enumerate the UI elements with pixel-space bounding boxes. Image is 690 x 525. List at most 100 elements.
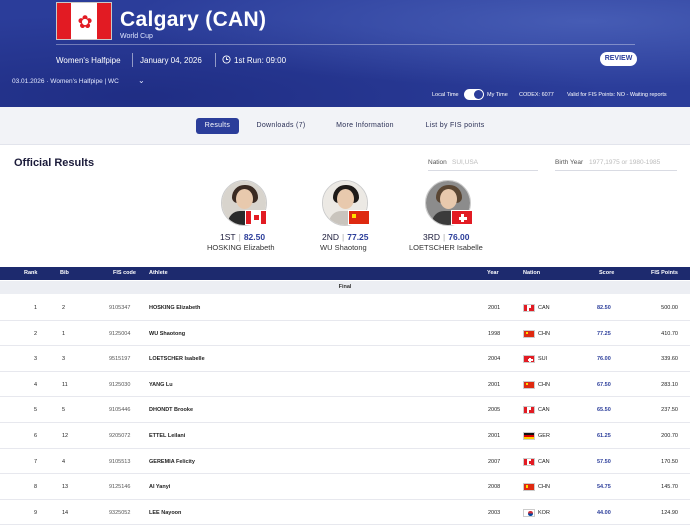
tab-list-by-fis-points[interactable]: List by FIS points: [414, 118, 496, 134]
bib-cell: 5: [62, 407, 66, 414]
birth-year-filter-underline: [555, 170, 677, 171]
header-divider: [56, 44, 635, 45]
podium-second-name[interactable]: WU Shaotong: [320, 243, 367, 252]
bib-cell: 12: [62, 433, 69, 439]
table-row[interactable]: 5 5 9105446 DHONDT Brooke 2005 CAN 65.50 237.50: [0, 397, 690, 423]
switzerland-flag-icon: [523, 355, 535, 364]
year-cell: 2008: [488, 484, 501, 491]
rank-cell: 1: [34, 305, 38, 311]
fis-points-cell: 200.70: [661, 433, 678, 439]
fis-points-cell: 170.50: [661, 458, 678, 465]
score-cell: 82.50: [597, 305, 611, 311]
table-row[interactable]: 1 2 9105347 HOSKING Elizabeth 2001 CAN 82.50 50…: [0, 295, 690, 321]
nation-cell: SUI: [538, 356, 548, 363]
event-breadcrumb[interactable]: 03.01.2026 · Women's Halfpipe | WC: [12, 78, 119, 85]
athlete-name[interactable]: LOETSCHER Isabelle: [149, 356, 205, 362]
review-button[interactable]: REVIEW: [600, 52, 637, 66]
score-cell: 44.00: [597, 509, 611, 516]
table-row[interactable]: 2 1 9125004 WU Shaotong 1998 CHN 77.25 410.70: [0, 321, 690, 347]
athlete-name[interactable]: GEREMIA Felicity: [149, 459, 195, 465]
table-row[interactable]: 7 4 9105513 GEREMIA Felicity 2007 CAN 57.50 170…: [0, 449, 690, 475]
fis-points-cell: 410.70: [661, 330, 678, 337]
athlete-name[interactable]: YANG Lu: [149, 382, 173, 388]
time-toggle[interactable]: [464, 89, 484, 100]
athlete-name[interactable]: DHONDT Brooke: [149, 407, 193, 413]
tab-downloads[interactable]: Downloads (7): [248, 118, 314, 134]
tab-more-information[interactable]: More Information: [326, 118, 404, 134]
table-row[interactable]: 8 13 9125146 AI Yanyi 2008 CHN 54.75 145.70: [0, 474, 690, 500]
codex-label: CODEX: 6077: [519, 92, 554, 98]
table-row[interactable]: 6 12 9205072 ETTEL Leilani 2001 GER 61.25 200.7…: [0, 423, 690, 449]
germany-flag-icon: [523, 432, 535, 440]
score-cell: 77.25: [597, 330, 611, 337]
podium-third-name[interactable]: LOETSCHER Isabelle: [409, 243, 483, 252]
score-cell: 67.50: [597, 381, 611, 388]
tab-results[interactable]: Results: [196, 118, 239, 134]
fis-code-cell: 9325052: [109, 509, 131, 516]
fis-points-cell: 237.50: [661, 407, 678, 414]
year-cell: 2001: [488, 381, 501, 388]
fis-code-cell: 9105513: [109, 458, 131, 465]
birth-year-filter-label: Birth Year: [555, 159, 584, 166]
canada-flag-icon: ✿: [56, 2, 112, 40]
column-bib[interactable]: Bib: [60, 270, 69, 276]
nation-filter-underline: [428, 170, 538, 171]
nation-cell: CHN: [538, 330, 550, 337]
column-rank[interactable]: Rank: [24, 270, 37, 276]
china-flag-icon: [523, 483, 535, 492]
meta-separator: [215, 53, 216, 67]
rank-cell: 4: [34, 381, 38, 388]
section-header-final: Final: [0, 281, 690, 294]
fis-points-cell: 500.00: [661, 305, 678, 311]
athlete-name[interactable]: AI Yanyi: [149, 484, 170, 490]
event-subtitle: World Cup: [120, 33, 153, 40]
canada-flag-icon: [523, 304, 535, 312]
podium-second[interactable]: [295, 180, 395, 226]
my-time-label: My Time: [487, 92, 508, 98]
nation-cell: GER: [538, 433, 550, 439]
fis-code-cell: 9125030: [109, 381, 131, 388]
bib-cell: 11: [62, 381, 68, 388]
column-nation[interactable]: Nation: [523, 270, 540, 276]
fis-points-cell: 145.70: [661, 484, 678, 491]
podium-second-result: 2ND | 77.25: [322, 232, 369, 242]
score-cell: 54.75: [597, 484, 611, 491]
table-row[interactable]: 9 14 9325052 LEE Nayoon 2003 KOR 44.00 124.90: [0, 500, 690, 525]
fis-points-cell: 283.10: [661, 381, 678, 388]
rank-cell: 5: [34, 407, 38, 414]
nation-filter-label: Nation: [428, 159, 447, 166]
year-cell: 2005: [488, 407, 501, 414]
score-cell: 76.00: [597, 356, 611, 363]
athlete-name[interactable]: LEE Nayoon: [149, 510, 181, 516]
podium-third[interactable]: [398, 180, 498, 226]
bib-cell: 4: [62, 458, 66, 465]
birth-year-filter-input[interactable]: 1977,1975 or 1980-1985: [589, 159, 660, 166]
year-cell: 2004: [488, 356, 501, 363]
column-score[interactable]: Score: [599, 270, 614, 276]
china-flag-icon: [348, 210, 370, 225]
nation-cell: CHN: [538, 381, 550, 388]
column-fis-code[interactable]: FIS code: [113, 270, 136, 276]
table-row[interactable]: 4 11 9125030 YANG Lu 2001 CHN 67.50 283.10: [0, 372, 690, 398]
column-year[interactable]: Year: [487, 270, 499, 276]
nation-filter-input[interactable]: SUI,USA: [452, 159, 478, 166]
canada-flag-icon: [523, 406, 535, 415]
podium-first-name[interactable]: HOSKING Elizabeth: [207, 243, 275, 252]
canada-flag-icon: [523, 457, 535, 466]
table-row[interactable]: 3 3 9515197 LOETSCHER Isabelle 2004 SUI 76.00 3…: [0, 346, 690, 372]
athlete-name[interactable]: HOSKING Elizabeth: [149, 305, 200, 311]
athlete-name[interactable]: ETTEL Leilani: [149, 433, 185, 439]
chevron-down-icon[interactable]: ⌄: [138, 76, 145, 85]
column-fis-points[interactable]: FIS Points: [651, 270, 678, 276]
podium-first[interactable]: [194, 180, 294, 226]
bib-cell: 2: [62, 305, 66, 311]
meta-separator: [132, 53, 133, 67]
rank-cell: 2: [34, 330, 38, 337]
bib-cell: 1: [62, 330, 66, 337]
column-athlete[interactable]: Athlete: [149, 270, 168, 276]
clock-icon: [222, 55, 231, 64]
fis-points-cell: 339.60: [661, 356, 678, 363]
year-cell: 2001: [488, 433, 501, 439]
athlete-name[interactable]: WU Shaotong: [149, 331, 185, 337]
china-flag-icon: [523, 329, 535, 338]
